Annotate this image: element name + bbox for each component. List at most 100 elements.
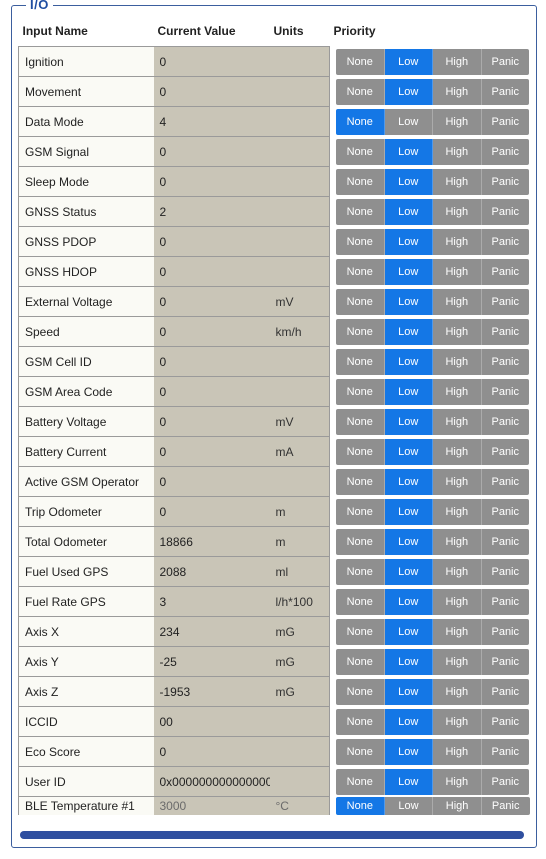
- priority-option-none[interactable]: None: [336, 679, 385, 705]
- priority-option-low[interactable]: Low: [385, 739, 434, 765]
- priority-option-high[interactable]: High: [433, 109, 482, 135]
- priority-option-low[interactable]: Low: [385, 469, 434, 495]
- priority-option-high[interactable]: High: [433, 379, 482, 405]
- priority-segmented-control[interactable]: NoneLowHighPanic: [336, 409, 529, 435]
- priority-segmented-control[interactable]: NoneLowHighPanic: [336, 589, 529, 615]
- priority-option-none[interactable]: None: [336, 139, 385, 165]
- priority-segmented-control[interactable]: NoneLowHighPanic: [336, 679, 529, 705]
- priority-option-high[interactable]: High: [433, 79, 482, 105]
- priority-option-low[interactable]: Low: [385, 229, 434, 255]
- priority-option-high[interactable]: High: [433, 499, 482, 525]
- priority-segmented-control[interactable]: NoneLowHighPanic: [336, 797, 530, 815]
- priority-option-high[interactable]: High: [433, 769, 482, 795]
- priority-option-panic[interactable]: Panic: [482, 109, 530, 135]
- priority-option-none[interactable]: None: [336, 319, 385, 345]
- priority-segmented-control[interactable]: NoneLowHighPanic: [336, 49, 529, 75]
- priority-segmented-control[interactable]: NoneLowHighPanic: [336, 79, 529, 105]
- priority-option-high[interactable]: High: [433, 289, 482, 315]
- priority-option-none[interactable]: None: [336, 709, 385, 735]
- priority-option-none[interactable]: None: [336, 409, 385, 435]
- priority-option-low[interactable]: Low: [385, 259, 434, 285]
- priority-option-none[interactable]: None: [336, 259, 385, 285]
- priority-segmented-control[interactable]: NoneLowHighPanic: [336, 559, 529, 585]
- priority-option-none[interactable]: None: [336, 289, 385, 315]
- priority-option-low[interactable]: Low: [385, 649, 434, 675]
- priority-option-none[interactable]: None: [336, 229, 385, 255]
- priority-option-low[interactable]: Low: [385, 109, 434, 135]
- priority-option-panic[interactable]: Panic: [482, 169, 530, 195]
- priority-segmented-control[interactable]: NoneLowHighPanic: [336, 289, 529, 315]
- priority-option-panic[interactable]: Panic: [482, 709, 530, 735]
- priority-option-high[interactable]: High: [433, 169, 482, 195]
- priority-option-high[interactable]: High: [433, 619, 482, 645]
- priority-option-panic[interactable]: Panic: [482, 739, 530, 765]
- priority-option-panic[interactable]: Panic: [482, 409, 530, 435]
- priority-option-high[interactable]: High: [433, 529, 482, 555]
- priority-option-low[interactable]: Low: [385, 289, 434, 315]
- priority-option-high[interactable]: High: [433, 439, 482, 465]
- priority-option-none[interactable]: None: [336, 199, 385, 225]
- priority-option-high[interactable]: High: [433, 739, 482, 765]
- priority-option-high[interactable]: High: [433, 709, 482, 735]
- priority-segmented-control[interactable]: NoneLowHighPanic: [336, 259, 529, 285]
- priority-option-panic[interactable]: Panic: [482, 79, 530, 105]
- priority-option-none[interactable]: None: [336, 169, 385, 195]
- priority-option-low[interactable]: Low: [385, 49, 434, 75]
- priority-option-low[interactable]: Low: [385, 529, 434, 555]
- priority-segmented-control[interactable]: NoneLowHighPanic: [336, 319, 529, 345]
- priority-segmented-control[interactable]: NoneLowHighPanic: [336, 619, 529, 645]
- priority-option-low[interactable]: Low: [385, 589, 434, 615]
- priority-option-low[interactable]: Low: [385, 319, 434, 345]
- priority-segmented-control[interactable]: NoneLowHighPanic: [336, 709, 529, 735]
- priority-option-low[interactable]: Low: [385, 349, 434, 375]
- priority-option-none[interactable]: None: [336, 79, 385, 105]
- priority-option-panic[interactable]: Panic: [482, 139, 530, 165]
- priority-option-low[interactable]: Low: [385, 709, 434, 735]
- priority-option-panic[interactable]: Panic: [482, 199, 530, 225]
- priority-segmented-control[interactable]: NoneLowHighPanic: [336, 529, 529, 555]
- priority-option-none[interactable]: None: [336, 439, 385, 465]
- scrollbar-thumb[interactable]: [20, 831, 524, 839]
- priority-segmented-control[interactable]: NoneLowHighPanic: [336, 739, 529, 765]
- priority-option-high[interactable]: High: [433, 679, 482, 705]
- horizontal-scrollbar[interactable]: [20, 831, 524, 839]
- priority-option-high[interactable]: High: [433, 229, 482, 255]
- priority-option-high[interactable]: High: [433, 589, 482, 615]
- priority-option-none[interactable]: None: [336, 559, 385, 585]
- priority-option-none[interactable]: None: [336, 109, 385, 135]
- priority-option-high[interactable]: High: [433, 649, 482, 675]
- priority-option-panic[interactable]: Panic: [482, 769, 530, 795]
- priority-option-none[interactable]: None: [336, 469, 385, 495]
- priority-segmented-control[interactable]: NoneLowHighPanic: [336, 649, 529, 675]
- priority-option-low[interactable]: Low: [385, 409, 434, 435]
- priority-segmented-control[interactable]: NoneLowHighPanic: [336, 769, 529, 795]
- priority-option-low[interactable]: Low: [385, 199, 434, 225]
- priority-segmented-control[interactable]: NoneLowHighPanic: [336, 349, 529, 375]
- priority-option-panic[interactable]: Panic: [482, 349, 530, 375]
- priority-option-low[interactable]: Low: [385, 439, 434, 465]
- priority-option-panic[interactable]: Panic: [482, 559, 530, 585]
- priority-option-panic[interactable]: Panic: [482, 319, 530, 345]
- priority-option-low[interactable]: Low: [385, 679, 434, 705]
- priority-option-panic[interactable]: Panic: [482, 499, 530, 525]
- priority-option-panic[interactable]: Panic: [482, 649, 530, 675]
- priority-option-low[interactable]: Low: [385, 379, 434, 405]
- priority-option-high[interactable]: High: [433, 409, 482, 435]
- priority-segmented-control[interactable]: NoneLowHighPanic: [336, 439, 529, 465]
- priority-option-none[interactable]: None: [336, 589, 385, 615]
- priority-option-panic[interactable]: Panic: [482, 289, 530, 315]
- priority-option-high[interactable]: High: [433, 49, 482, 75]
- priority-option-none[interactable]: None: [336, 769, 385, 795]
- priority-option-panic[interactable]: Panic: [482, 379, 530, 405]
- priority-option-panic[interactable]: Panic: [482, 229, 530, 255]
- priority-option-high[interactable]: High: [433, 469, 482, 495]
- priority-segmented-control[interactable]: NoneLowHighPanic: [336, 199, 529, 225]
- priority-option-none[interactable]: None: [336, 499, 385, 525]
- priority-option-panic[interactable]: Panic: [482, 529, 530, 555]
- priority-segmented-control[interactable]: NoneLowHighPanic: [336, 139, 529, 165]
- priority-option-none[interactable]: None: [336, 797, 385, 815]
- priority-option-panic[interactable]: Panic: [482, 797, 530, 815]
- priority-option-low[interactable]: Low: [385, 769, 434, 795]
- priority-option-none[interactable]: None: [336, 739, 385, 765]
- priority-option-high[interactable]: High: [433, 259, 482, 285]
